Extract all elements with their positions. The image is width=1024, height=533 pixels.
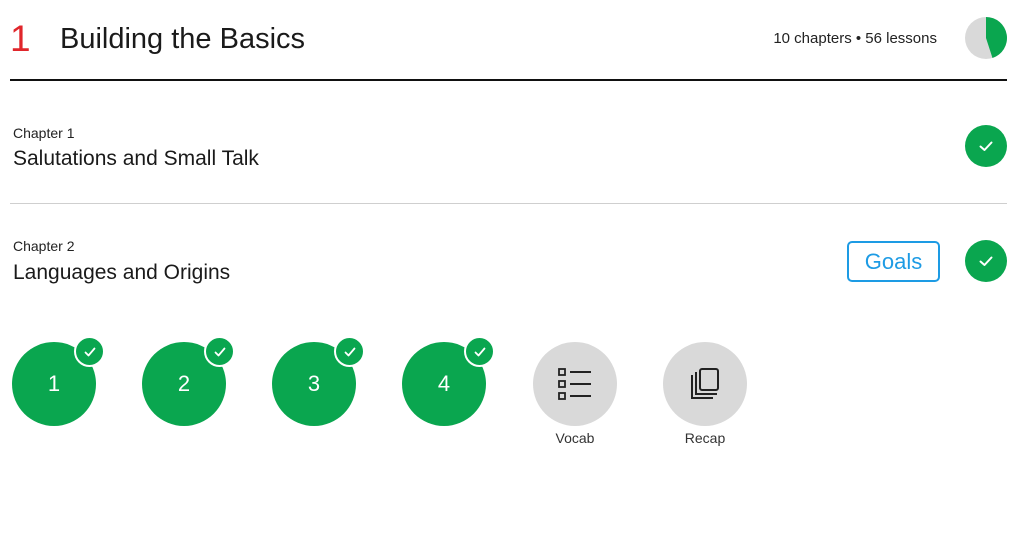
chapter-complete-check-icon — [965, 240, 1007, 282]
vocab-label: Vocab — [555, 430, 595, 446]
recap-button[interactable]: Recap — [663, 342, 747, 446]
unit-title: Building the Basics — [60, 23, 306, 55]
check-icon — [74, 336, 105, 367]
stacked-cards-icon[interactable] — [663, 342, 747, 426]
recap-label: Recap — [684, 430, 726, 446]
vocab-button[interactable]: Vocab — [533, 342, 617, 446]
chapter-label: Chapter 1 — [13, 125, 75, 141]
chapter-1-row[interactable]: Chapter 1 Salutations and Small Talk — [10, 82, 1007, 204]
lesson-list: 1 2 3 4 Vocab Recap — [12, 336, 772, 452]
chapter-label: Chapter 2 — [13, 238, 75, 254]
unit-progress-pie — [965, 17, 1007, 59]
chapter-complete-check-icon — [965, 125, 1007, 167]
unit-header: 1 Building the Basics 10 chapters • 56 l… — [10, 0, 1007, 81]
lesson-2[interactable]: 2 — [142, 336, 235, 426]
unit-number: 1 — [10, 18, 31, 59]
chapter-2-row[interactable]: Chapter 2 Languages and Origins Goals — [10, 205, 1007, 305]
lesson-1[interactable]: 1 — [12, 336, 105, 426]
lesson-3[interactable]: 3 — [272, 336, 365, 426]
chapter-title[interactable]: Salutations and Small Talk — [13, 146, 259, 172]
check-icon — [334, 336, 365, 367]
unit-meta: 10 chapters • 56 lessons — [773, 30, 937, 47]
goals-button[interactable]: Goals — [847, 241, 940, 282]
lesson-4[interactable]: 4 — [402, 336, 495, 426]
check-icon — [464, 336, 495, 367]
list-icon[interactable] — [533, 342, 617, 426]
chapter-title[interactable]: Languages and Origins — [13, 260, 230, 286]
check-icon — [204, 336, 235, 367]
